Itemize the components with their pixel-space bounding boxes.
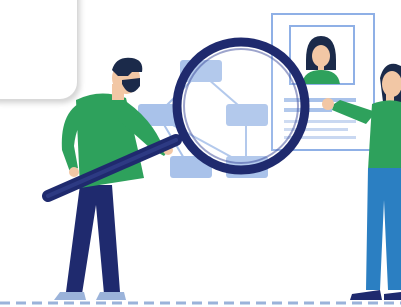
recruitment-search-illustration — [0, 13, 401, 305]
illustration-canvas — [0, 0, 401, 307]
man-figure — [54, 57, 173, 300]
